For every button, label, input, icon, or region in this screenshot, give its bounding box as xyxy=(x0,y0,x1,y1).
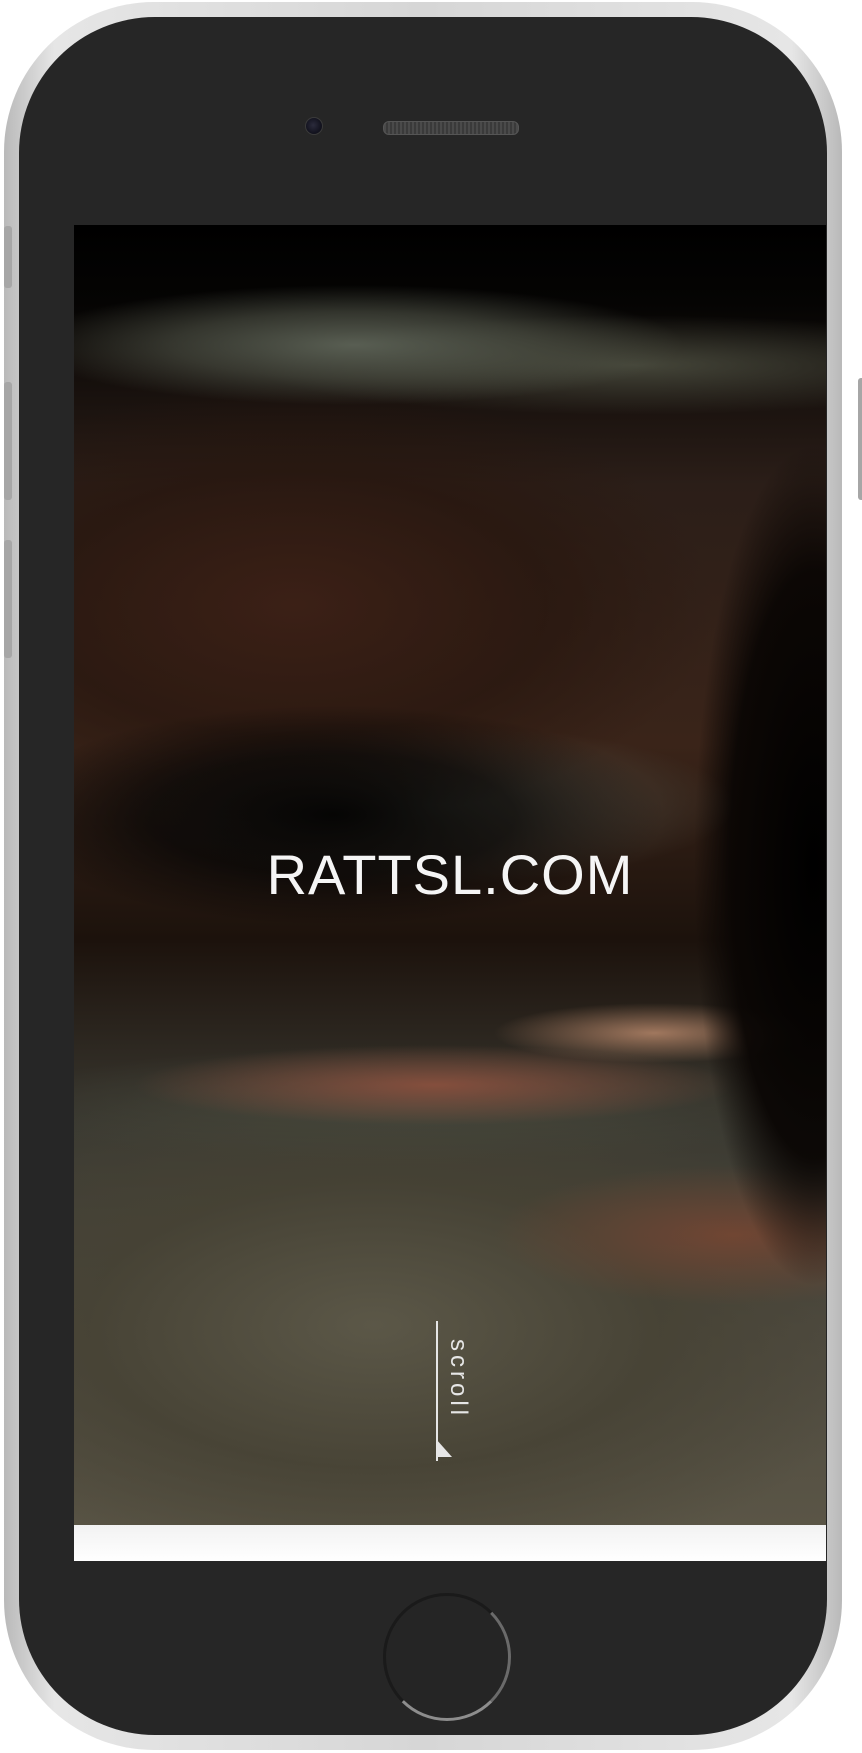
volume-up-button xyxy=(4,382,12,500)
scroll-label: scroll xyxy=(445,1339,472,1420)
volume-down-button xyxy=(4,540,12,658)
home-button-ring xyxy=(383,1593,511,1721)
mute-switch xyxy=(4,226,12,288)
site-title: RATTSL.COM xyxy=(266,843,634,906)
screen: RATTSL.COM scroll xyxy=(74,225,826,1561)
home-button-icon[interactable] xyxy=(383,1593,511,1721)
phone-body: RATTSL.COM scroll xyxy=(19,17,827,1735)
front-camera-icon xyxy=(305,117,323,135)
arrow-down-icon xyxy=(436,1439,452,1457)
scroll-indicator[interactable]: scroll xyxy=(432,1321,472,1461)
power-button xyxy=(858,378,862,500)
earpiece-speaker xyxy=(383,121,519,135)
phone-frame: RATTSL.COM scroll xyxy=(4,2,862,1750)
page-content-edge xyxy=(74,1525,826,1561)
